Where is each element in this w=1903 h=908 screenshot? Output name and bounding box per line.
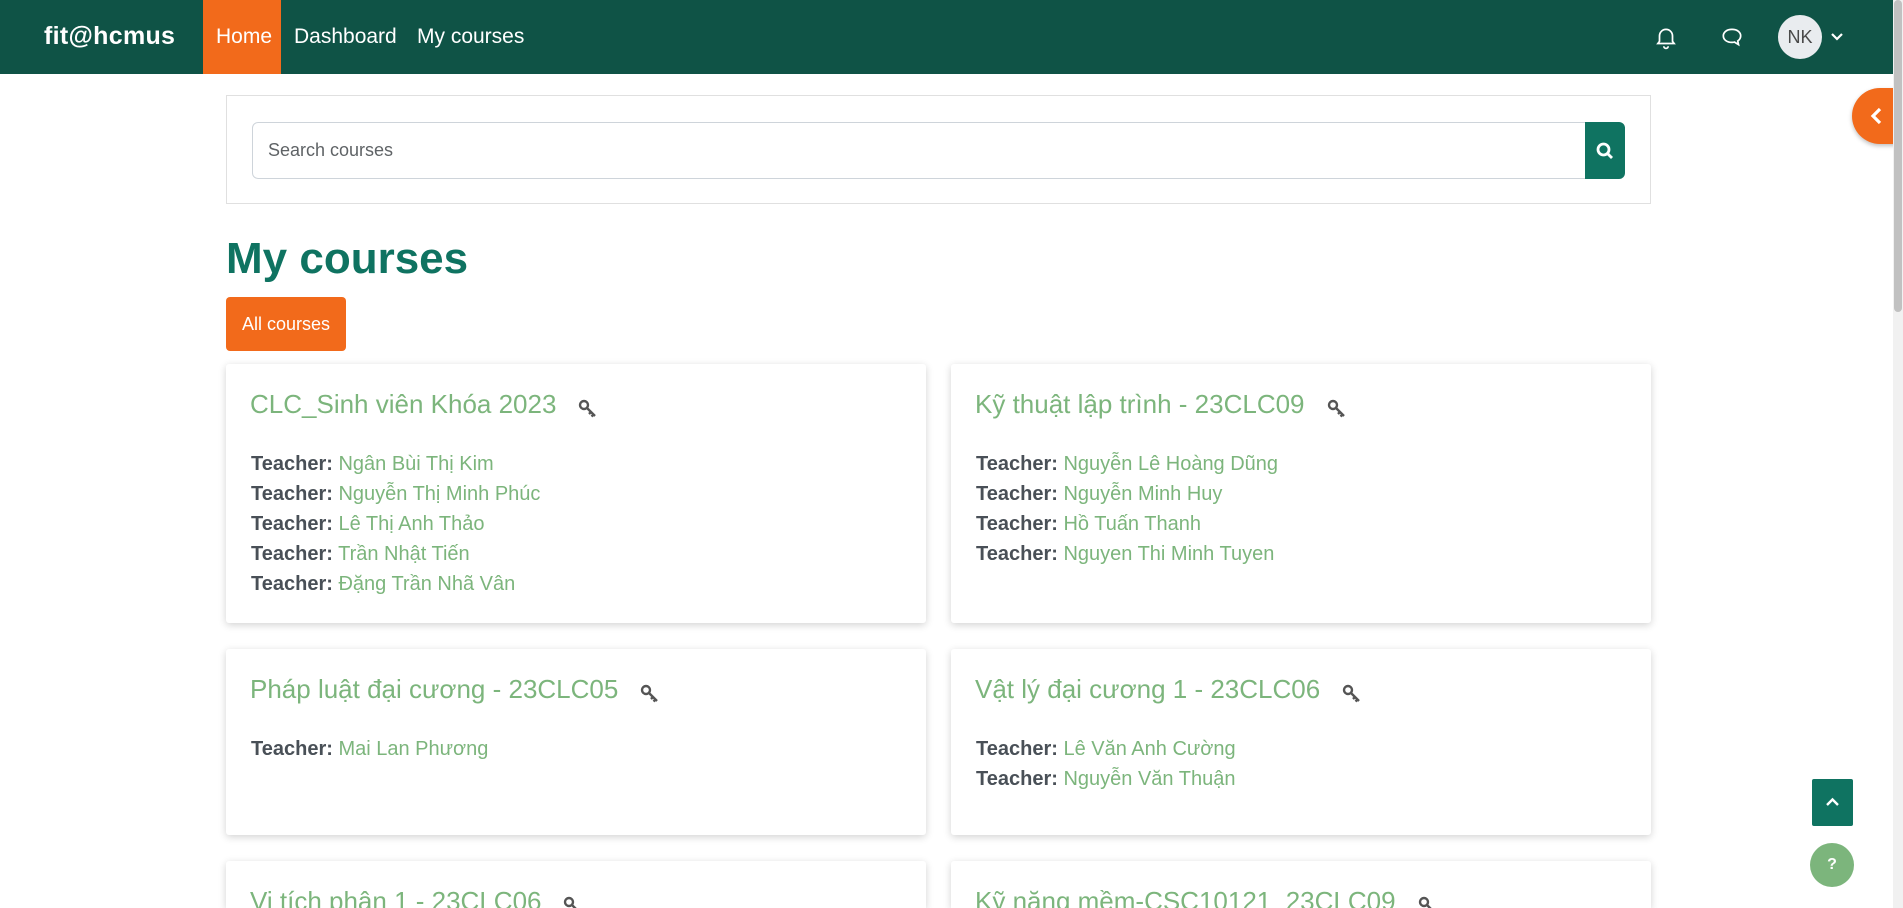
nav-dashboard[interactable]: Dashboard [281,0,410,74]
course-title[interactable]: Kỹ thuật lập trình - 23CLC09 [975,389,1305,420]
teacher-line: Teacher: Nguyen Thi Minh Tuyen [976,543,1275,565]
key-icon [1418,896,1432,908]
teacher-link[interactable]: Nguyễn Lê Hoàng Dũng [1063,453,1278,475]
teacher-line: Teacher: Mai Lan Phương [251,738,489,760]
top-navbar: fit@hcmus Home Dashboard My courses NK [0,0,1903,74]
teacher-link[interactable]: Lê Văn Anh Cường [1063,738,1235,760]
teacher-link[interactable]: Trần Nhật Tiến [338,543,470,565]
teacher-line: Teacher: Đặng Trần Nhã Vân [251,573,516,595]
search-icon [1596,142,1613,159]
search-button[interactable] [1585,122,1625,179]
user-avatar[interactable]: NK [1778,15,1822,59]
teacher-link[interactable]: Nguyễn Văn Thuận [1063,768,1235,790]
nav-home[interactable]: Home [203,0,281,74]
chevron-left-icon [1870,107,1882,125]
nav-my-courses[interactable]: My courses [404,0,537,74]
teacher-link[interactable]: Hồ Tuấn Thanh [1063,513,1201,535]
chevron-up-icon [1826,797,1839,806]
teacher-link[interactable]: Lê Thị Anh Thảo [338,513,484,535]
teacher-link[interactable]: Đặng Trần Nhã Vân [338,573,515,595]
teacher-line: Teacher: Trần Nhật Tiến [251,543,470,565]
site-brand[interactable]: fit@hcmus [44,22,175,51]
key-icon [1342,684,1361,702]
key-icon [1327,399,1345,417]
question-icon: ? [1827,856,1837,873]
course-card: Vật lý đại cương 1 - 23CLC06 Teacher: Lê… [951,649,1651,835]
teacher-link[interactable]: Mai Lan Phương [338,738,488,760]
key-icon [564,896,578,908]
teacher-line: Teacher: Ngân Bùi Thị Kim [251,453,494,475]
teacher-link[interactable]: Nguyễn Thị Minh Phúc [338,483,540,505]
course-title[interactable]: Pháp luật đại cương - 23CLC05 [250,674,618,705]
back-to-top-button[interactable] [1812,779,1853,826]
course-card: Kỹ thuật lập trình - 23CLC09 Teacher: Ng… [951,364,1651,623]
course-card: CLC_Sinh viên Khóa 2023 Teacher: Ngân Bù… [226,364,926,623]
teacher-line: Teacher: Nguyễn Lê Hoàng Dũng [976,453,1279,475]
teacher-link[interactable]: Nguyen Thi Minh Tuyen [1063,543,1274,565]
chevron-down-icon[interactable] [1829,28,1845,44]
course-title[interactable]: CLC_Sinh viên Khóa 2023 [250,389,556,420]
bell-icon[interactable] [1653,24,1679,50]
all-courses-button[interactable]: All courses [226,297,347,351]
page-title: My courses [226,234,469,283]
teacher-line: Teacher: Hồ Tuấn Thanh [976,513,1201,535]
course-search-panel [226,95,1651,204]
course-card: Kỹ năng mềm-CSC10121_23CLC09 [951,861,1651,908]
course-card: Pháp luật đại cương - 23CLC05 Teacher: M… [226,649,926,835]
chat-icon[interactable] [1719,24,1745,50]
teacher-line: Teacher: Lê Văn Anh Cường [976,738,1236,760]
key-icon [641,684,659,702]
search-courses-input[interactable] [252,122,1586,179]
help-button[interactable]: ? [1810,843,1854,887]
scrollbar-thumb[interactable] [1894,0,1902,312]
key-icon [579,399,597,417]
teacher-link[interactable]: Ngân Bùi Thị Kim [338,453,493,475]
teacher-line: Teacher: Nguyễn Minh Huy [976,483,1223,505]
teacher-line: Teacher: Nguyễn Văn Thuận [976,768,1236,790]
course-title[interactable]: Kỹ năng mềm-CSC10121_23CLC09 [975,886,1396,908]
teacher-link[interactable]: Nguyễn Minh Huy [1063,483,1222,505]
course-title[interactable]: Vi tích phân 1 - 23CLC06 [250,886,541,908]
course-card: Vi tích phân 1 - 23CLC06 [226,861,926,908]
teacher-line: Teacher: Lê Thị Anh Thảo [251,513,485,535]
course-title[interactable]: Vật lý đại cương 1 - 23CLC06 [975,674,1320,705]
teacher-line: Teacher: Nguyễn Thị Minh Phúc [251,483,541,505]
